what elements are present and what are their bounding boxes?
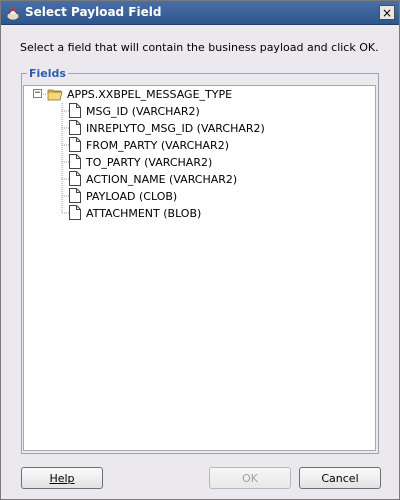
document-icon [69,103,81,118]
ok-button[interactable]: OK [209,467,291,489]
tree-item-label: FROM_PARTY (VARCHAR2) [86,139,229,152]
fields-tree[interactable]: − APPS.XXBPEL_MESSAGE_TYPE MSG_ID (VARCH… [23,85,376,451]
help-button[interactable]: Help [21,467,103,489]
collapse-icon[interactable]: − [33,89,42,98]
tree-item-label: ACTION_NAME (VARCHAR2) [86,173,238,186]
tree-root-node[interactable]: − APPS.XXBPEL_MESSAGE_TYPE [32,86,232,102]
dialog-window: Select Payload Field × Select a field th… [0,0,400,500]
close-icon: × [381,5,393,20]
tree-item-label: PAYLOAD (CLOB) [86,190,178,203]
document-icon [69,205,81,220]
document-icon [69,137,81,152]
tree-item-label: INREPLYTO_MSG_ID (VARCHAR2) [86,122,265,135]
instruction-text: Select a field that will contain the bus… [20,41,379,54]
open-folder-icon [47,89,63,101]
document-icon [69,120,81,135]
help-button-label: Help [49,471,75,485]
document-icon [69,188,81,203]
tree-item-label: ATTACHMENT (BLOB) [86,207,202,220]
app-icon [6,8,20,21]
document-icon [69,154,81,169]
tree-item-label: MSG_ID (VARCHAR2) [86,105,200,118]
fields-legend: Fields [27,67,68,80]
tree-item-label: TO_PARTY (VARCHAR2) [86,156,213,169]
document-icon [69,171,81,186]
ok-button-label: OK [242,471,258,485]
close-button[interactable]: × [379,5,395,20]
tree-root-label: APPS.XXBPEL_MESSAGE_TYPE [67,88,233,101]
cancel-button[interactable]: Cancel [299,467,381,489]
cancel-button-label: Cancel [321,471,359,485]
title-bar[interactable]: Select Payload Field × [1,1,399,25]
dialog-title: Select Payload Field [25,5,162,19]
